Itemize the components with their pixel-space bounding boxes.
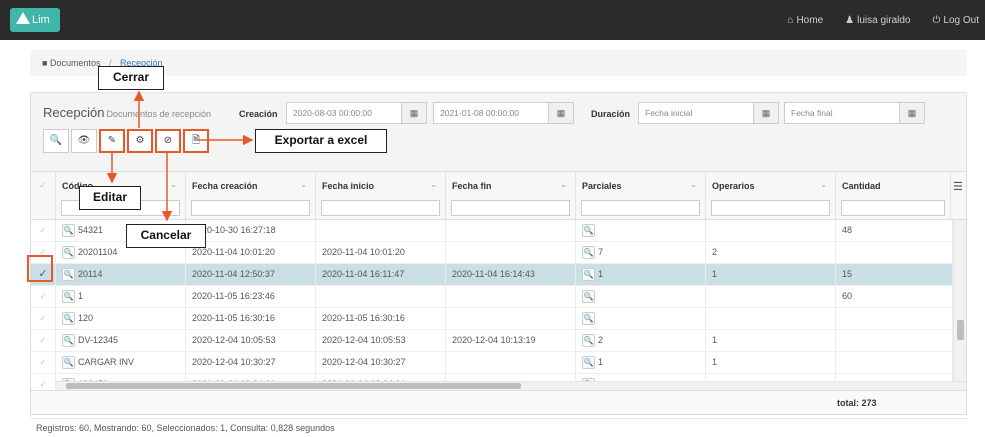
callout-cerrar: Cerrar (98, 66, 164, 90)
callout-exportar: Exportar a excel (255, 129, 387, 153)
callout-cancelar: Cancelar (126, 224, 206, 248)
callout-editar: Editar (79, 186, 141, 210)
